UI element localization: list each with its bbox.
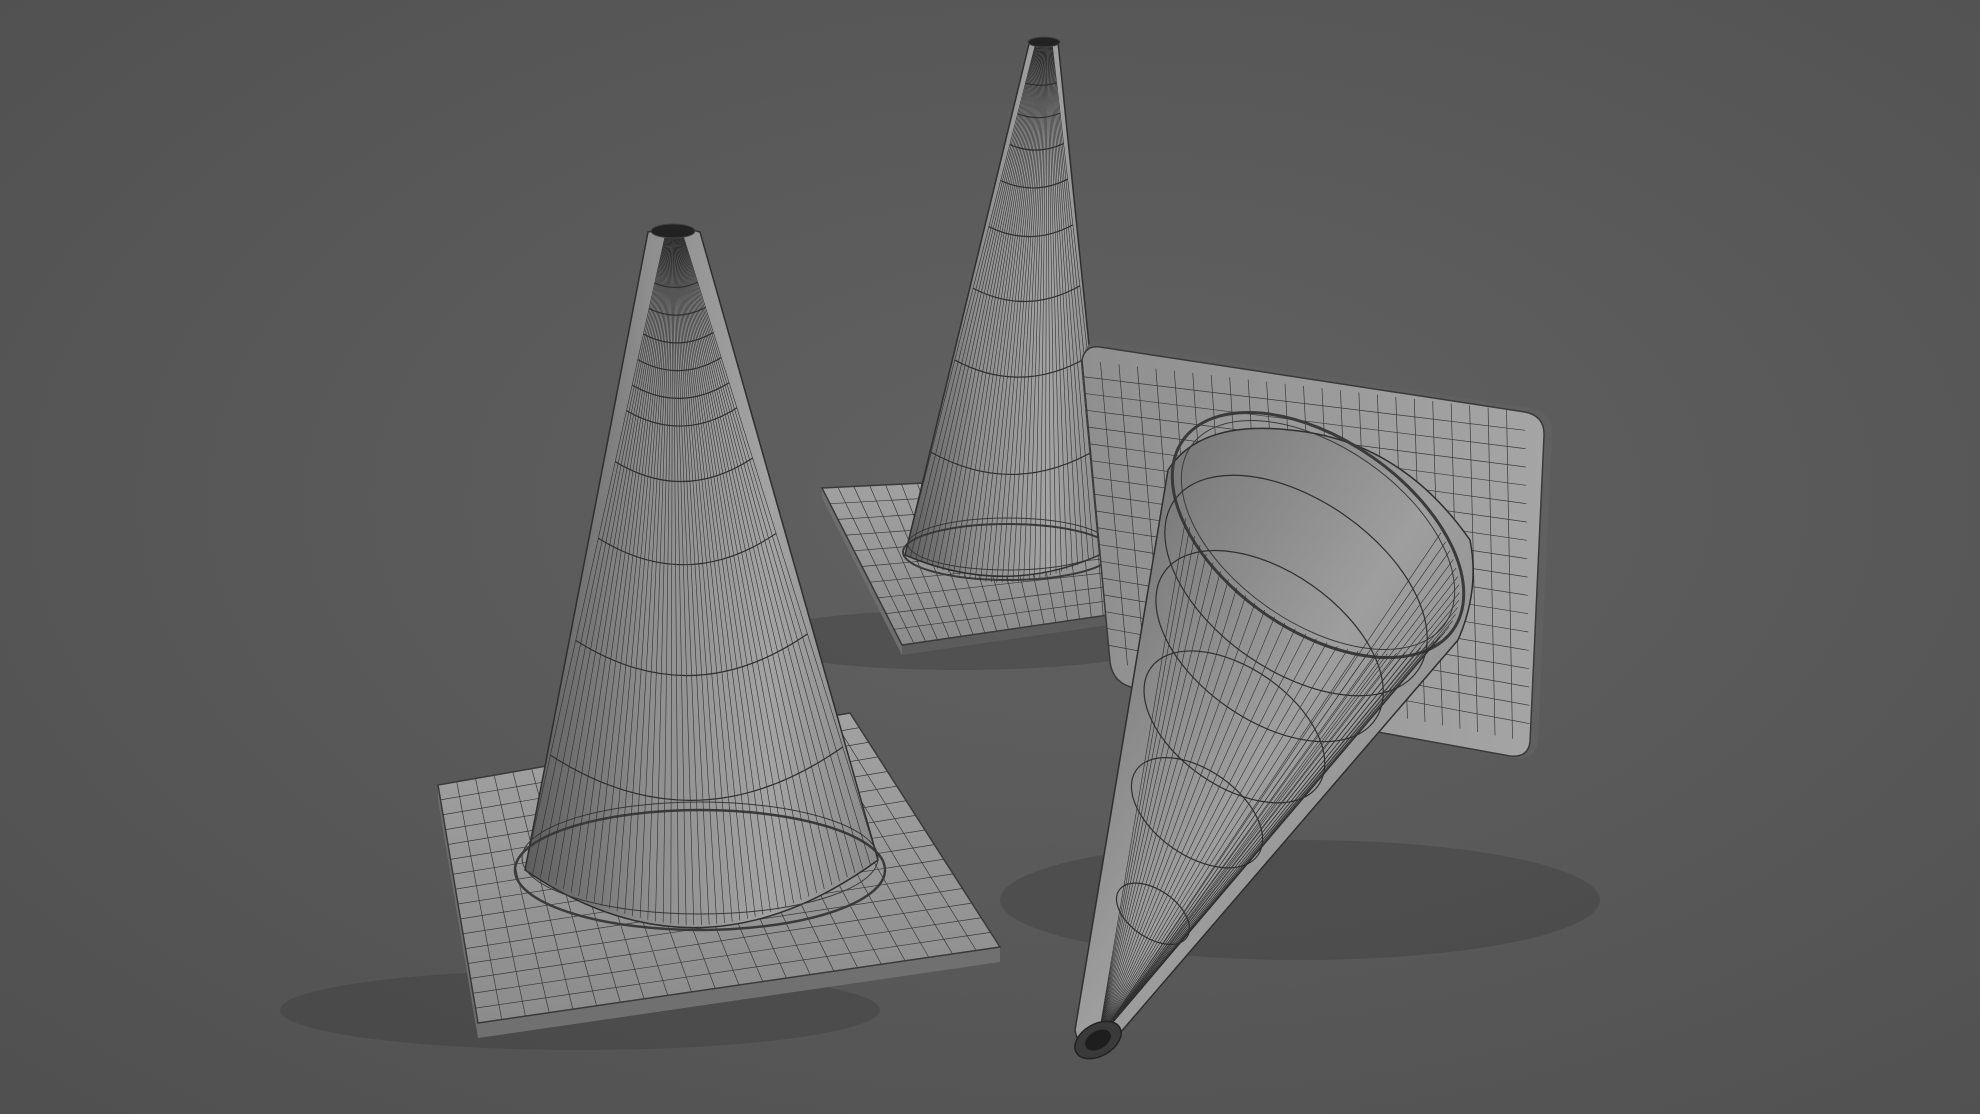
- render-viewport: [0, 0, 1980, 1114]
